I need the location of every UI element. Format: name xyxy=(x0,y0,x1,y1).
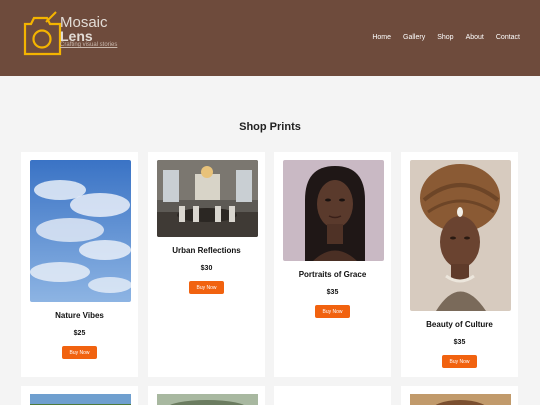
product-name: Nature Vibes xyxy=(55,311,104,320)
product-price: $25 xyxy=(73,330,86,337)
buy-now-button[interactable]: Buy Now xyxy=(442,355,477,368)
nav-shop[interactable]: Shop xyxy=(437,34,453,41)
buy-now-button[interactable]: Buy Now xyxy=(189,281,224,294)
camera-logo-icon xyxy=(23,11,62,56)
nav-home[interactable]: Home xyxy=(372,34,391,41)
product-image[interactable] xyxy=(30,394,131,405)
product-image-cultural-portrait[interactable] xyxy=(410,160,511,311)
product-image-dining-room[interactable] xyxy=(157,160,258,237)
site-header: Mosaic Lens Crafting visual stories Home… xyxy=(0,0,540,76)
product-card xyxy=(401,386,518,405)
product-image[interactable] xyxy=(157,394,258,405)
buy-now-button[interactable]: Buy Now xyxy=(62,346,97,359)
product-card xyxy=(148,386,265,405)
page-title: Shop Prints xyxy=(239,121,301,133)
product-price: $35 xyxy=(453,339,466,346)
product-name: Beauty of Culture xyxy=(426,320,493,329)
product-image-portrait[interactable] xyxy=(283,160,384,261)
nav-contact[interactable]: Contact xyxy=(496,34,520,41)
nav-about[interactable]: About xyxy=(466,34,484,41)
product-price: $30 xyxy=(200,265,213,272)
product-card-nature-vibes: Nature Vibes $25 Buy Now xyxy=(21,152,138,377)
product-name: Urban Reflections xyxy=(172,246,241,255)
product-image[interactable] xyxy=(410,394,511,405)
main-nav: Home Gallery Shop About Contact xyxy=(372,34,520,41)
nav-gallery[interactable]: Gallery xyxy=(403,34,425,41)
product-card-urban-reflections: Urban Reflections $30 Buy Now xyxy=(148,152,265,377)
product-card xyxy=(21,386,138,405)
product-image-sky[interactable] xyxy=(30,160,131,302)
brand-tagline: Crafting visual stories xyxy=(60,42,118,48)
product-price: $35 xyxy=(326,289,339,296)
product-card-beauty-of-culture: Beauty of Culture $35 Buy Now xyxy=(401,152,518,377)
product-card-portraits-of-grace: Portraits of Grace $35 Buy Now xyxy=(274,152,391,377)
buy-now-button[interactable]: Buy Now xyxy=(315,305,350,318)
logo[interactable]: Mosaic Lens Crafting visual stories xyxy=(22,10,142,58)
product-card xyxy=(274,386,391,405)
product-name: Portraits of Grace xyxy=(298,270,367,279)
